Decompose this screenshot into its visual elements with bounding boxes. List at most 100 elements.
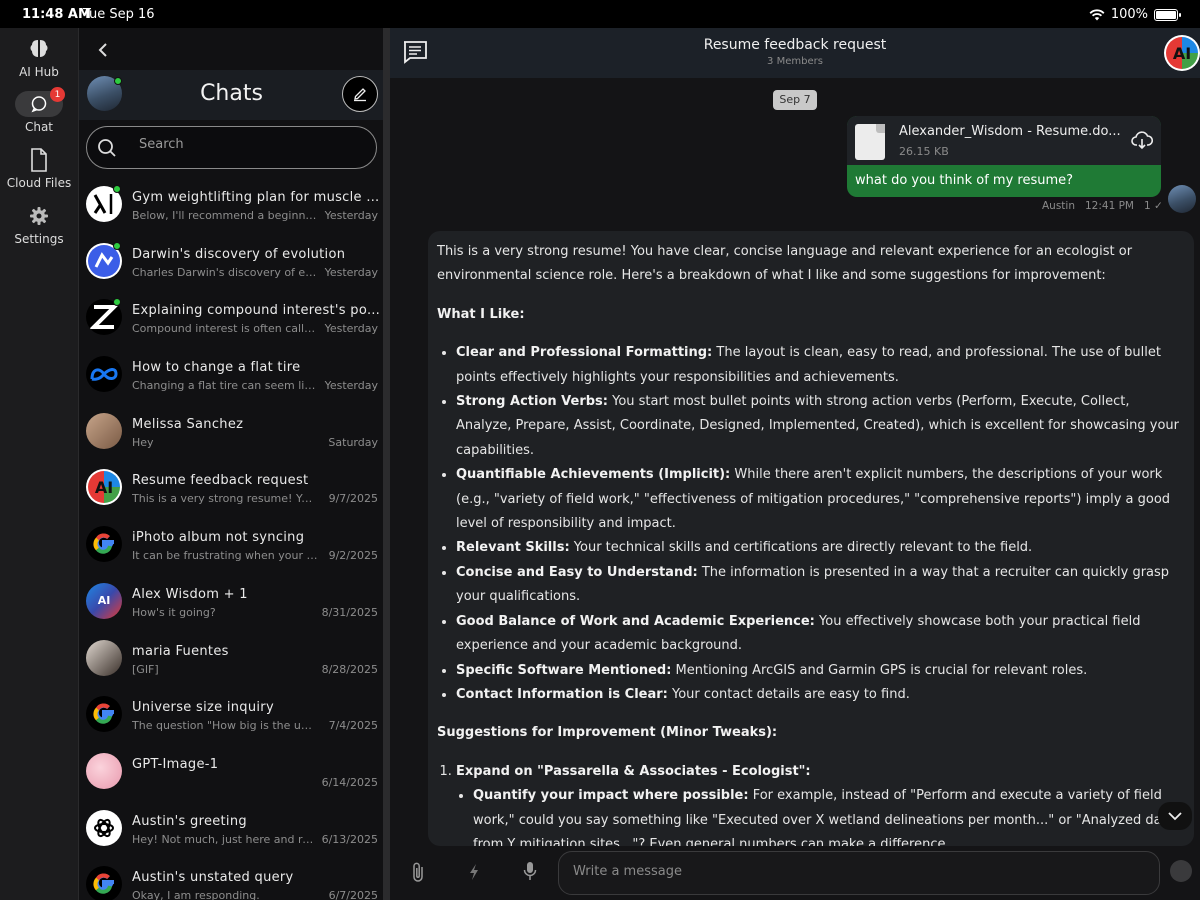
chat-row[interactable]: AI Alex Wisdom + 1 How's it going? 8/31/… — [79, 575, 384, 632]
online-indicator — [113, 185, 121, 193]
suggestion-item: Expand on "Passarella & Associates - Eco… — [456, 760, 1186, 846]
chats-header: Chats — [79, 70, 384, 120]
melissa-avatar — [86, 412, 122, 449]
rail-label-chat: Chat — [24, 120, 54, 134]
message-meta: Austin 12:41 PM 1 ✓ — [1042, 200, 1163, 212]
group-avatar[interactable]: AI — [1164, 35, 1200, 71]
google-logo-avatar — [86, 696, 122, 733]
chat-preview: The question "How big is the univ... — [132, 719, 318, 733]
chat-row[interactable]: How to change a flat tire Changing a fla… — [79, 348, 384, 405]
openai-logo-avatar — [86, 809, 122, 846]
google-logo-avatar — [86, 526, 122, 563]
group-logo-avatar: AI — [86, 469, 122, 506]
message-text: what do you think of my resume? — [855, 173, 1074, 188]
chat-time: 8/28/2025 — [321, 662, 378, 676]
paperclip-icon[interactable] — [410, 861, 426, 883]
battery-percent: 100% — [1110, 7, 1148, 22]
chat-preview: Charles Darwin's discovery of ev... — [132, 265, 318, 279]
member-count: 3 Members — [767, 56, 823, 67]
scroll-to-bottom-button[interactable] — [1158, 802, 1192, 830]
rail-item-settings[interactable]: Settings — [0, 203, 78, 246]
rail-item-ai-hub[interactable]: AI Hub — [0, 36, 78, 79]
search-box[interactable] — [86, 126, 377, 169]
message-input[interactable] — [573, 864, 1133, 879]
chat-name: Universe size inquiry — [132, 700, 274, 716]
chat-row[interactable]: maria Fuentes [GIF] 8/28/2025 — [79, 632, 384, 689]
gear-icon — [30, 207, 48, 225]
send-button[interactable] — [1170, 860, 1192, 882]
search-icon — [98, 139, 116, 157]
wifi-icon — [1089, 8, 1105, 20]
chat-name: Explaining compound interest's po... — [132, 303, 380, 319]
read-check-icon: ✓ — [1154, 200, 1163, 212]
chats-panel: Chats Gym weightlifting plan for muscle … — [78, 28, 384, 900]
lightning-icon[interactable] — [468, 863, 480, 881]
message-box[interactable] — [558, 851, 1160, 895]
chat-row[interactable]: Darwin's discovery of evolution Charles … — [79, 235, 384, 292]
chat-name: Alex Wisdom + 1 — [132, 586, 248, 602]
chat-list: Gym weightlifting plan for muscle g... B… — [79, 178, 384, 900]
reply-bullet: Clear and Professional Formatting: The l… — [456, 341, 1186, 390]
message-time: 12:41 PM — [1085, 200, 1134, 212]
reply-bullet: Good Balance of Work and Academic Experi… — [456, 610, 1186, 659]
chat-name: Resume feedback request — [132, 473, 309, 489]
chat-time: 8/31/2025 — [321, 605, 378, 619]
chat-time: Yesterday — [324, 265, 378, 279]
chat-preview: This is a very strong resume! You h... — [132, 492, 318, 506]
pink-floral-avatar — [86, 752, 122, 789]
file-attachment[interactable]: Alexander_Wisdom - Resume.do... 26.15 KB — [847, 116, 1161, 165]
search-input[interactable] — [139, 137, 359, 152]
back-arrow-icon[interactable] — [93, 40, 113, 60]
brain-icon — [30, 40, 48, 57]
date-separator: Sep 7 — [773, 90, 817, 110]
chat-row[interactable]: Austin's greeting Hey! Not much, just he… — [79, 802, 384, 859]
chat-time: Yesterday — [324, 379, 378, 393]
reply-bullet: Contact Information is Clear: Your conta… — [456, 683, 1186, 707]
reply-bullet: Strong Action Verbs: You start most bull… — [456, 390, 1186, 463]
rail-item-chat[interactable]: 1 Chat — [0, 87, 78, 134]
chat-time: Yesterday — [324, 209, 378, 222]
chat-row[interactable]: Melissa Sanchez Hey Saturday — [79, 405, 384, 462]
status-right: 100% — [1089, 7, 1181, 22]
cloud-download-icon[interactable] — [1131, 130, 1153, 150]
svg-text:AI: AI — [95, 478, 113, 497]
status-time: 11:48 AM — [22, 7, 91, 22]
status-bar: 11:48 AM Tue Sep 16 100% — [0, 0, 1200, 28]
chat-row[interactable]: Austin's unstated query Okay, I am respo… — [79, 858, 384, 900]
chat-name: Melissa Sanchez — [132, 416, 244, 432]
conversation-title: Resume feedback request — [703, 37, 887, 53]
likes-list: Clear and Professional Formatting: The l… — [456, 341, 1186, 707]
suggestions-list: Expand on "Passarella & Associates - Eco… — [456, 760, 1186, 846]
chevron-down-icon — [1168, 812, 1182, 821]
assistant-reply: This is a very strong resume! You have c… — [428, 231, 1194, 846]
microphone-icon[interactable] — [523, 861, 537, 881]
panel-splitter[interactable] — [383, 28, 390, 900]
chat-name: GPT-Image-1 — [132, 756, 219, 772]
chat-row[interactable]: iPhoto album not syncing It can be frust… — [79, 518, 384, 575]
chat-row[interactable]: Gym weightlifting plan for muscle g... B… — [79, 178, 384, 235]
chat-preview: [GIF] — [132, 662, 159, 676]
chat-row[interactable]: GPT-Image-1 6/14/2025 — [79, 745, 384, 802]
chat-preview: Below, I'll recommend a beginner... — [132, 209, 318, 222]
google-logo-avatar — [86, 866, 122, 900]
reply-bullet: Concise and Easy to Understand: The info… — [456, 561, 1186, 610]
chat-bubble-icon — [31, 96, 47, 113]
chat-badge: 1 — [50, 87, 65, 102]
chat-time: 6/13/2025 — [321, 832, 378, 846]
chat-row[interactable]: Universe size inquiry The question "How … — [79, 688, 384, 745]
chat-preview: How's it going? — [132, 605, 216, 619]
sender-avatar — [1168, 185, 1196, 213]
new-chat-button[interactable] — [342, 76, 378, 112]
chat-name: iPhoto album not syncing — [132, 530, 305, 546]
sender-name: Austin — [1042, 200, 1075, 212]
rail-item-cloud-files[interactable]: Cloud Files — [0, 147, 78, 190]
chat-name: Austin's greeting — [132, 813, 247, 829]
chat-time: 9/2/2025 — [328, 549, 378, 563]
chat-row[interactable]: AI Resume feedback request This is a ver… — [79, 461, 384, 518]
chat-row[interactable]: Explaining compound interest's po... Com… — [79, 291, 384, 348]
chat-time: Yesterday — [324, 322, 378, 336]
reply-bullet: Quantify your impact where possible: For… — [473, 784, 1186, 846]
file-name: Alexander_Wisdom - Resume.do... — [899, 124, 1121, 139]
pencil-icon — [354, 88, 366, 102]
chat-name: maria Fuentes — [132, 643, 229, 659]
